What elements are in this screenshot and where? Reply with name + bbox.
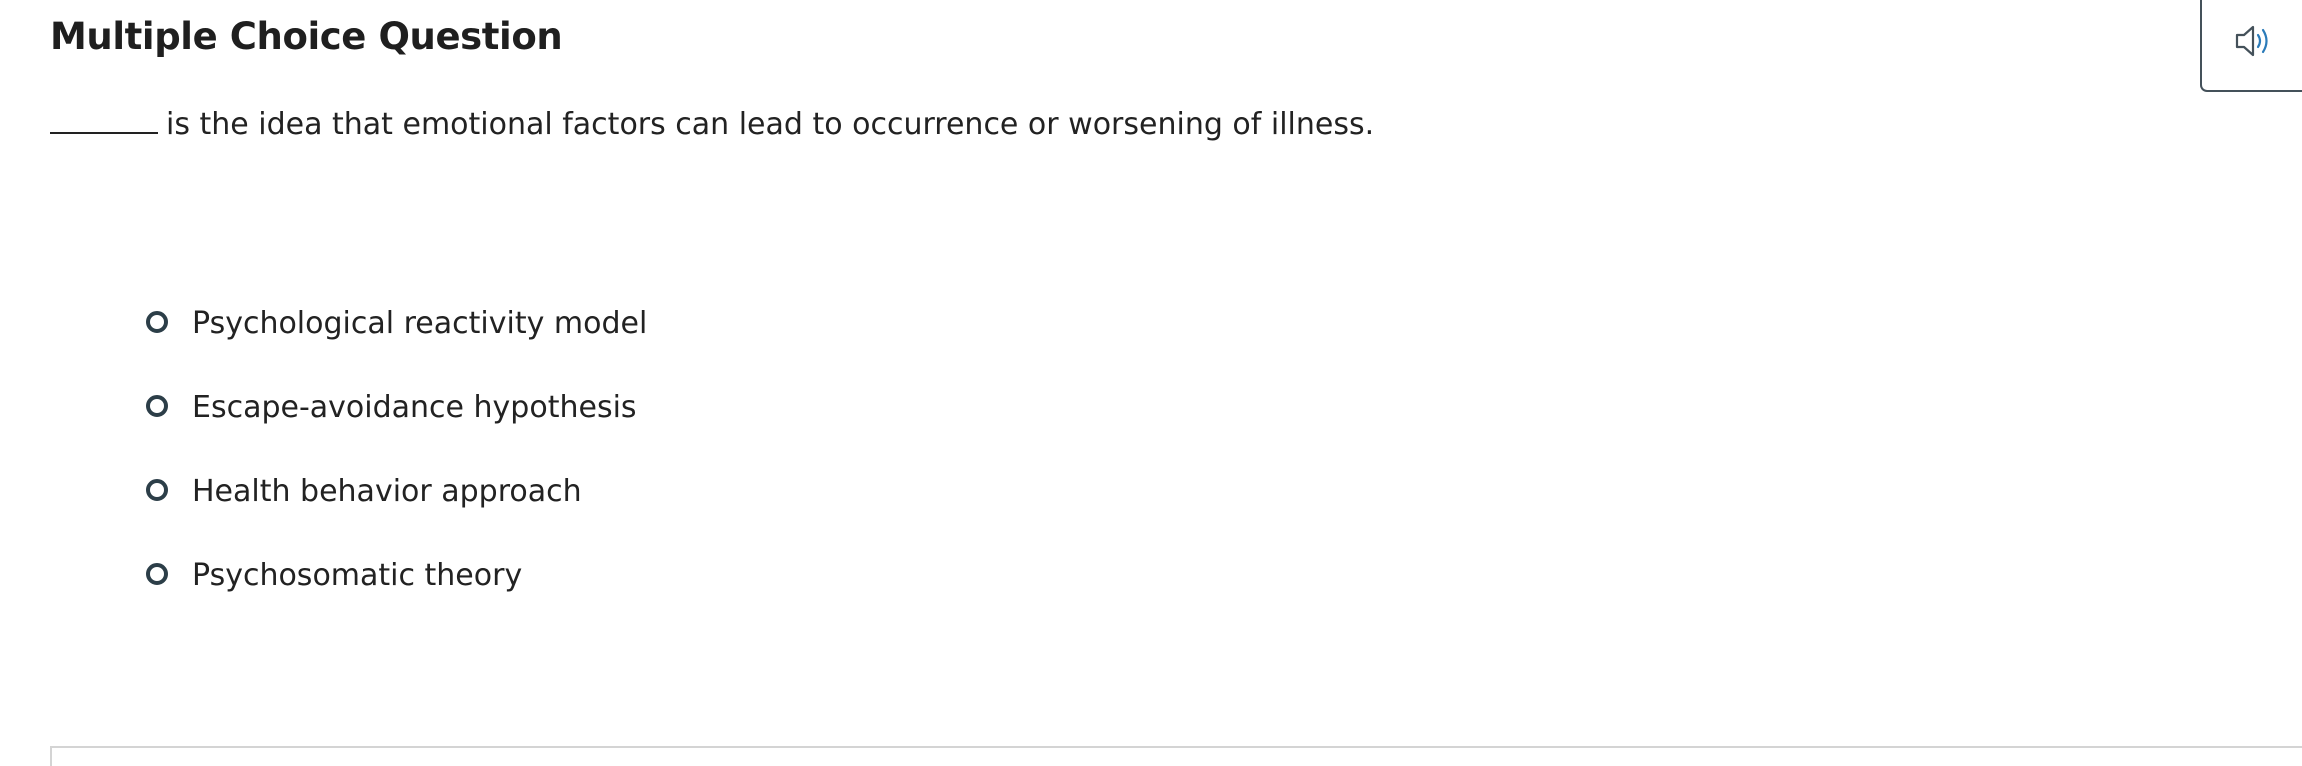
read-aloud-button[interactable]	[2200, 0, 2302, 92]
radio-button[interactable]	[146, 563, 168, 585]
choice-label: Psychosomatic theory	[192, 558, 523, 593]
answer-blank	[50, 104, 158, 134]
choice-option-3[interactable]: Health behavior approach	[146, 470, 647, 514]
radio-button[interactable]	[146, 311, 168, 333]
choice-label: Escape-avoidance hypothesis	[192, 390, 637, 425]
question-prompt: is the idea that emotional factors can l…	[50, 104, 1374, 145]
choice-label: Health behavior approach	[192, 474, 582, 509]
question-text: is the idea that emotional factors can l…	[166, 107, 1375, 142]
choice-option-2[interactable]: Escape-avoidance hypothesis	[146, 386, 647, 430]
choice-option-1[interactable]: Psychological reactivity model	[146, 302, 647, 346]
choice-option-4[interactable]: Psychosomatic theory	[146, 554, 647, 598]
answer-choices: Psychological reactivity model Escape-av…	[146, 302, 647, 638]
choice-label: Psychological reactivity model	[192, 306, 648, 341]
radio-button[interactable]	[146, 395, 168, 417]
page-title: Multiple Choice Question	[50, 15, 563, 58]
radio-button[interactable]	[146, 479, 168, 501]
speaker-icon	[2235, 25, 2268, 57]
content-divider	[50, 746, 2302, 766]
